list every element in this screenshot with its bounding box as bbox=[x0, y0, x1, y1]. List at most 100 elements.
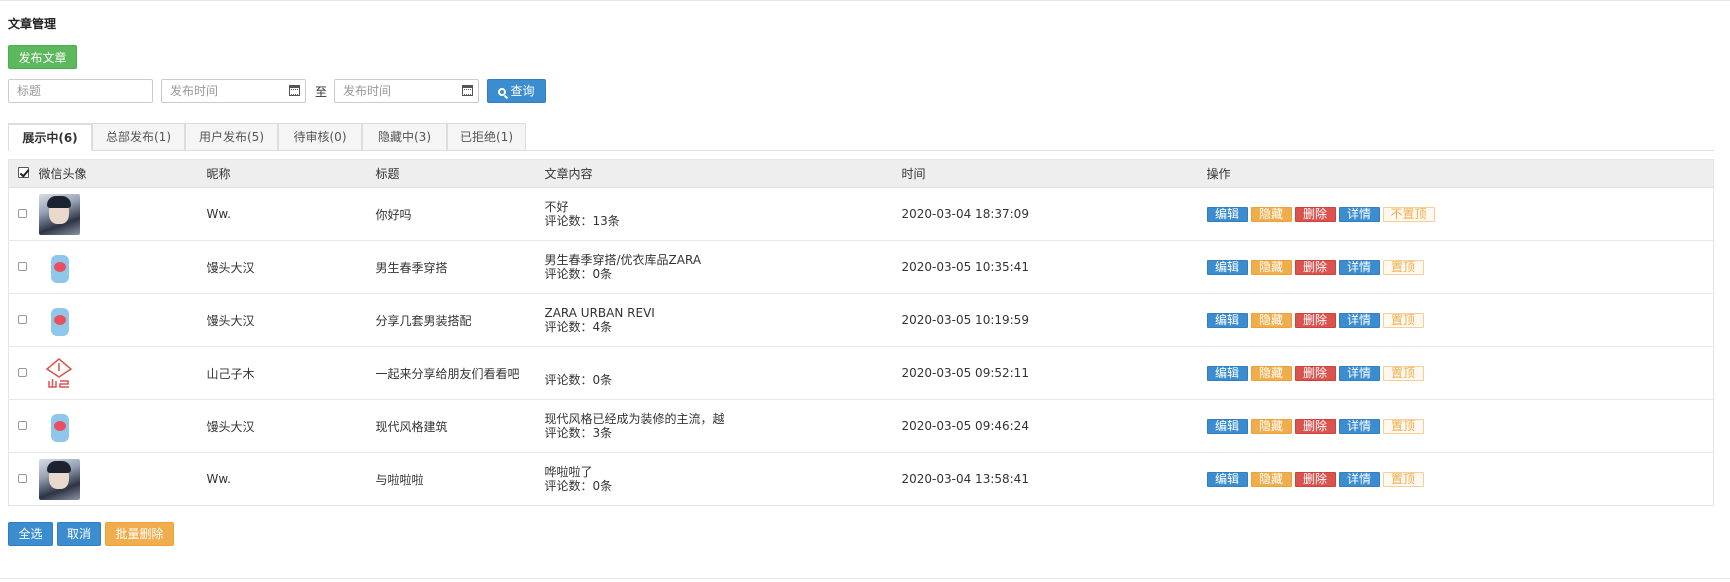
publish-article-button[interactable]: 发布文章 bbox=[8, 45, 77, 69]
edit-button[interactable]: 编辑 bbox=[1206, 471, 1248, 487]
hide-button[interactable]: 隐藏 bbox=[1250, 418, 1292, 434]
delete-button[interactable]: 删除 bbox=[1294, 206, 1336, 222]
untop-button[interactable]: 不置顶 bbox=[1382, 206, 1435, 222]
row-checkbox[interactable] bbox=[18, 315, 27, 324]
edit-button[interactable]: 编辑 bbox=[1206, 206, 1248, 222]
search-icon bbox=[498, 88, 507, 96]
avatar-cell bbox=[38, 346, 207, 400]
avatar-cell bbox=[38, 399, 207, 453]
content-text: ZARA URBAN REVI bbox=[544, 306, 655, 320]
table-row: 馒头大汉 现代风格建筑 现代风格已经成为装修的主流，越 评论数：3条 2020-0… bbox=[8, 399, 1714, 453]
comment-count: 评论数：0条 bbox=[544, 373, 613, 387]
tab-hq-published[interactable]: 总部发布(1) bbox=[92, 123, 185, 150]
select-all-checkbox[interactable] bbox=[18, 166, 29, 178]
comment-count: 评论数：0条 bbox=[544, 479, 613, 493]
edit-button[interactable]: 编辑 bbox=[1206, 418, 1248, 434]
header-select-cell bbox=[8, 159, 39, 188]
delete-button[interactable]: 删除 bbox=[1294, 259, 1336, 275]
delete-button[interactable]: 删除 bbox=[1294, 471, 1336, 487]
time-cell: 2020-03-04 13:58:41 bbox=[901, 452, 1207, 506]
content-cell: 男生春季穿搭/优衣库品ZARA 评论数：0条 bbox=[544, 240, 902, 294]
header-nickname: 昵称 bbox=[206, 159, 376, 188]
detail-button[interactable]: 详情 bbox=[1338, 259, 1380, 275]
row-select-cell bbox=[8, 293, 39, 347]
ops-cell: 编辑 隐藏 删除 详情 置顶 bbox=[1206, 240, 1714, 294]
time-cell: 2020-03-05 09:46:24 bbox=[901, 399, 1207, 453]
header-avatar: 微信头像 bbox=[38, 159, 207, 188]
row-checkbox[interactable] bbox=[18, 262, 27, 271]
title-cell: 分享几套男装搭配 bbox=[375, 293, 545, 347]
bottle-avatar bbox=[38, 299, 80, 341]
select-all-button[interactable]: 全选 bbox=[8, 522, 53, 546]
detail-button[interactable]: 详情 bbox=[1338, 418, 1380, 434]
time-cell: 2020-03-05 10:19:59 bbox=[901, 293, 1207, 347]
pin-top-button[interactable]: 置顶 bbox=[1382, 259, 1424, 275]
ops-cell: 编辑 隐藏 删除 详情 置顶 bbox=[1206, 399, 1714, 453]
ops-cell: 编辑 隐藏 删除 详情 置顶 bbox=[1206, 452, 1714, 506]
time-cell: 2020-03-05 10:35:41 bbox=[901, 240, 1207, 294]
row-select-cell bbox=[8, 346, 39, 400]
detail-button[interactable]: 详情 bbox=[1338, 312, 1380, 328]
start-date-input[interactable]: 发布时间 bbox=[161, 79, 306, 103]
table-row: 馒头大汉 分享几套男装搭配 ZARA URBAN REVI 评论数：4条 2020… bbox=[8, 293, 1714, 347]
edit-button[interactable]: 编辑 bbox=[1206, 312, 1248, 328]
logo-avatar bbox=[38, 352, 80, 394]
delete-button[interactable]: 删除 bbox=[1294, 418, 1336, 434]
table-row: Ww. 与啦啦啦 哗啦啦了 评论数：0条 2020-03-04 13:58:41 … bbox=[8, 452, 1714, 506]
tab-pending-review[interactable]: 待审核(0) bbox=[278, 123, 362, 150]
nickname-cell: 山己子木 bbox=[206, 346, 376, 400]
start-date-placeholder: 发布时间 bbox=[170, 84, 219, 98]
cancel-button[interactable]: 取消 bbox=[57, 522, 101, 546]
articles-table: 微信头像 昵称 标题 文章内容 时间 操作 Ww. 你好吗 不好 评论数：13条 … bbox=[8, 159, 1714, 506]
table-row: Ww. 你好吗 不好 评论数：13条 2020-03-04 18:37:09 编辑… bbox=[8, 187, 1714, 241]
table-row: 山己子木 一起来分享给朋友们看看吧 评论数：0条 2020-03-05 09:5… bbox=[8, 346, 1714, 400]
end-date-input[interactable]: 发布时间 bbox=[334, 79, 479, 103]
hide-button[interactable]: 隐藏 bbox=[1250, 259, 1292, 275]
hide-button[interactable]: 隐藏 bbox=[1250, 365, 1292, 381]
delete-button[interactable]: 删除 bbox=[1294, 365, 1336, 381]
calendar-icon[interactable] bbox=[462, 85, 473, 96]
content-cell: 评论数：0条 bbox=[544, 346, 902, 400]
time-cell: 2020-03-05 09:52:11 bbox=[901, 346, 1207, 400]
row-checkbox[interactable] bbox=[18, 474, 27, 483]
avatar-cell bbox=[38, 187, 207, 241]
hide-button[interactable]: 隐藏 bbox=[1250, 312, 1292, 328]
tab-hidden[interactable]: 隐藏中(3) bbox=[362, 123, 447, 150]
edit-button[interactable]: 编辑 bbox=[1206, 259, 1248, 275]
title-cell: 现代风格建筑 bbox=[375, 399, 545, 453]
hide-button[interactable]: 隐藏 bbox=[1250, 471, 1292, 487]
avatar-cell bbox=[38, 240, 207, 294]
header-title: 标题 bbox=[375, 159, 545, 188]
time-cell: 2020-03-04 18:37:09 bbox=[901, 187, 1207, 241]
tab-user-published[interactable]: 用户发布(5) bbox=[185, 123, 278, 150]
bottom-divider bbox=[0, 578, 1730, 579]
header-content: 文章内容 bbox=[544, 159, 902, 188]
content-text bbox=[545, 359, 902, 373]
row-checkbox[interactable] bbox=[18, 209, 27, 218]
title-filter-input[interactable]: 标题 bbox=[8, 79, 153, 103]
hide-button[interactable]: 隐藏 bbox=[1250, 206, 1292, 222]
delete-button[interactable]: 删除 bbox=[1294, 312, 1336, 328]
pin-top-button[interactable]: 置顶 bbox=[1382, 365, 1424, 381]
detail-button[interactable]: 详情 bbox=[1338, 471, 1380, 487]
content-cell: 哗啦啦了 评论数：0条 bbox=[544, 452, 902, 506]
pin-top-button[interactable]: 置顶 bbox=[1382, 312, 1424, 328]
row-checkbox[interactable] bbox=[18, 368, 27, 377]
batch-delete-button[interactable]: 批量删除 bbox=[105, 522, 174, 546]
calendar-icon[interactable] bbox=[289, 85, 300, 96]
title-cell: 你好吗 bbox=[375, 187, 545, 241]
tab-showing[interactable]: 展示中(6) bbox=[8, 123, 92, 151]
title-cell: 与啦啦啦 bbox=[375, 452, 545, 506]
query-button[interactable]: 查询 bbox=[487, 79, 546, 103]
photo-avatar bbox=[38, 458, 80, 500]
table-row: 馒头大汉 男生春季穿搭 男生春季穿搭/优衣库品ZARA 评论数：0条 2020-0… bbox=[8, 240, 1714, 294]
nickname-cell: 馒头大汉 bbox=[206, 399, 376, 453]
date-range-to-label: 至 bbox=[315, 85, 328, 99]
pin-top-button[interactable]: 置顶 bbox=[1382, 471, 1424, 487]
row-checkbox[interactable] bbox=[18, 421, 27, 430]
edit-button[interactable]: 编辑 bbox=[1206, 365, 1248, 381]
pin-top-button[interactable]: 置顶 bbox=[1382, 418, 1424, 434]
tab-rejected[interactable]: 已拒绝(1) bbox=[447, 123, 526, 150]
detail-button[interactable]: 详情 bbox=[1338, 365, 1380, 381]
detail-button[interactable]: 详情 bbox=[1338, 206, 1380, 222]
